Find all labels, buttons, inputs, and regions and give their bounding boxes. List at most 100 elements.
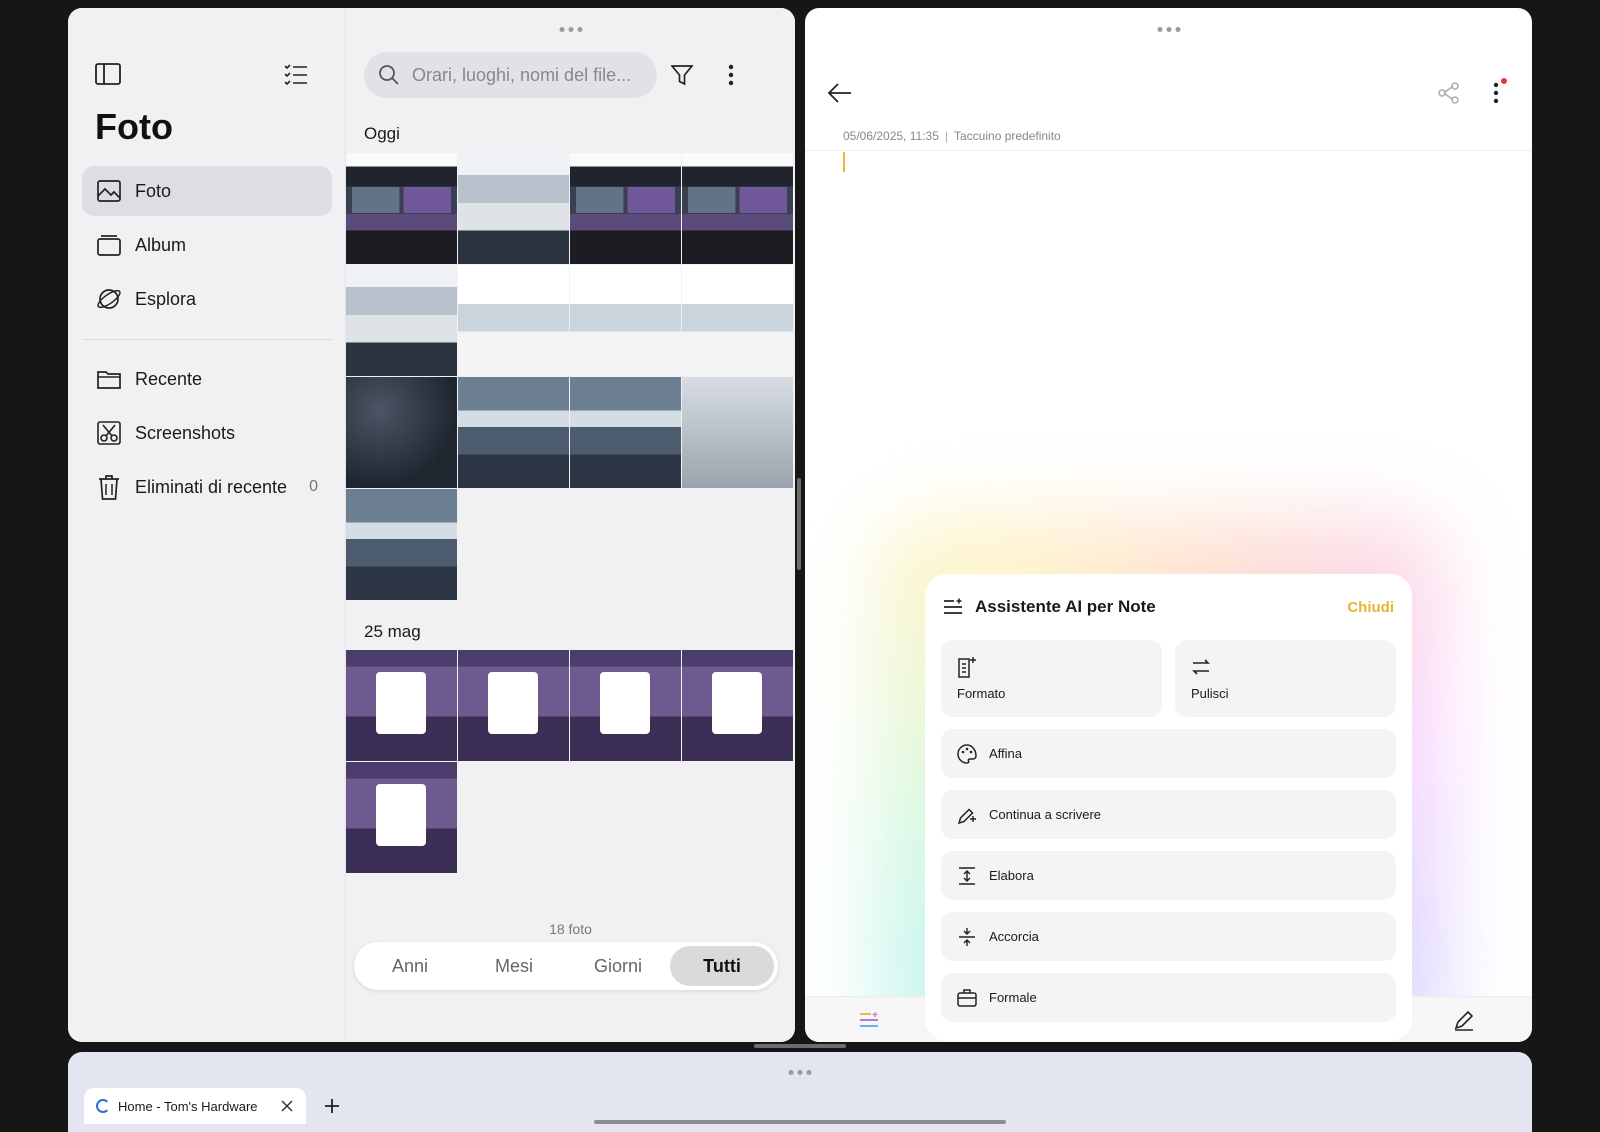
photo-grid-may25 bbox=[346, 650, 795, 873]
ai-option-label: Formale bbox=[989, 990, 1037, 1005]
page-title: Foto bbox=[95, 106, 173, 147]
photo-thumbnail[interactable] bbox=[570, 377, 681, 488]
view-tab-anni[interactable]: Anni bbox=[358, 946, 462, 986]
deleted-count: 0 bbox=[309, 478, 318, 495]
palette-icon bbox=[957, 743, 979, 765]
photos-main: Orari, luoghi, nomi del file... Oggi 25 … bbox=[346, 8, 795, 1042]
horizontal-split-handle[interactable] bbox=[754, 1044, 846, 1048]
meta-separator: | bbox=[944, 129, 948, 143]
ai-tile-pulisci[interactable]: Pulisci bbox=[1175, 640, 1396, 717]
more-icon[interactable] bbox=[718, 62, 744, 88]
photo-thumbnail[interactable] bbox=[346, 762, 457, 873]
ai-tile-formato[interactable]: Formato bbox=[941, 640, 1162, 717]
photo-thumbnail[interactable] bbox=[682, 265, 793, 376]
ai-lines-icon bbox=[943, 596, 965, 618]
photos-sidebar: Foto Foto Album Esplora Recente Screensh… bbox=[68, 8, 346, 1042]
sidebar-item-label: Album bbox=[135, 234, 187, 255]
briefcase-icon bbox=[957, 987, 979, 1009]
photo-thumbnail[interactable] bbox=[570, 153, 681, 264]
photo-thumbnail[interactable] bbox=[570, 265, 681, 376]
ai-tile-label: Pulisci bbox=[1191, 686, 1229, 701]
trash-icon bbox=[96, 474, 122, 500]
note-meta: 05/06/2025, 11:35 | Taccuino predefinito bbox=[843, 129, 1061, 143]
view-tab-tutti[interactable]: Tutti bbox=[670, 946, 774, 986]
sidebar-toggle-icon[interactable] bbox=[94, 60, 122, 88]
filter-icon[interactable] bbox=[669, 62, 695, 88]
search-input[interactable]: Orari, luoghi, nomi del file... bbox=[364, 52, 657, 98]
photo-thumbnail[interactable] bbox=[682, 377, 793, 488]
folder-icon bbox=[96, 366, 122, 392]
ai-panel-header: Assistente AI per Note bbox=[943, 596, 1156, 618]
ai-option-label: Accorcia bbox=[989, 929, 1039, 944]
photo-icon bbox=[96, 178, 122, 204]
sidebar-item-label: Screenshots bbox=[135, 422, 236, 443]
photos-window: Foto Foto Album Esplora Recente Screensh… bbox=[68, 8, 795, 1042]
header-divider bbox=[805, 150, 1532, 151]
pen-icon[interactable] bbox=[1453, 1009, 1475, 1031]
photo-count: 18 foto bbox=[549, 921, 592, 937]
view-mode-switch: Anni Mesi Giorni Tutti bbox=[354, 942, 778, 990]
new-tab-icon[interactable] bbox=[320, 1094, 344, 1118]
view-tab-mesi[interactable]: Mesi bbox=[462, 946, 566, 986]
photo-thumbnail[interactable] bbox=[682, 153, 793, 264]
scissors-icon bbox=[96, 420, 122, 446]
photo-grid-today bbox=[346, 153, 795, 600]
close-tab-icon[interactable] bbox=[278, 1097, 296, 1115]
photo-thumbnail[interactable] bbox=[458, 265, 569, 376]
ai-option-accorcia[interactable]: Accorcia bbox=[941, 912, 1396, 961]
photo-thumbnail[interactable] bbox=[682, 650, 793, 761]
sidebar-item-screenshots[interactable]: Screenshots bbox=[82, 408, 332, 458]
photo-thumbnail[interactable] bbox=[458, 650, 569, 761]
photo-thumbnail[interactable] bbox=[346, 650, 457, 761]
text-caret bbox=[843, 152, 845, 172]
album-icon bbox=[96, 232, 122, 258]
sidebar-item-label: Foto bbox=[135, 180, 172, 201]
sidebar-item-foto[interactable]: Foto bbox=[82, 166, 332, 216]
ai-format-icon[interactable] bbox=[859, 1011, 881, 1031]
window-handle[interactable] bbox=[788, 1070, 812, 1075]
sidebar-item-album[interactable]: Album bbox=[82, 220, 332, 270]
home-indicator[interactable] bbox=[594, 1120, 1006, 1124]
sidebar-item-eliminati[interactable]: Eliminati di recente 0 bbox=[82, 462, 332, 512]
notebook-name[interactable]: Taccuino predefinito bbox=[954, 129, 1061, 143]
photo-thumbnail[interactable] bbox=[346, 489, 457, 600]
section-title-may25: 25 mag bbox=[364, 622, 421, 641]
checklist-icon[interactable] bbox=[282, 60, 310, 88]
vertical-split-handle[interactable] bbox=[797, 478, 801, 570]
photo-thumbnail[interactable] bbox=[346, 153, 457, 264]
share-icon[interactable] bbox=[1438, 82, 1462, 106]
sidebar-divider bbox=[82, 339, 332, 340]
photo-thumbnail[interactable] bbox=[346, 377, 457, 488]
close-button[interactable]: Chiudi bbox=[1347, 599, 1394, 616]
format-document-icon bbox=[957, 656, 979, 678]
loading-spinner-icon bbox=[96, 1099, 110, 1113]
photo-thumbnail[interactable] bbox=[458, 377, 569, 488]
window-handle[interactable] bbox=[559, 27, 582, 32]
ai-tile-label: Formato bbox=[957, 686, 1006, 701]
sidebar-item-esplora[interactable]: Esplora bbox=[82, 274, 332, 324]
expand-icon bbox=[957, 865, 979, 887]
ai-option-continua[interactable]: Continua a scrivere bbox=[941, 790, 1396, 839]
more-icon[interactable] bbox=[1489, 78, 1509, 108]
ai-option-elabora[interactable]: Elabora bbox=[941, 851, 1396, 900]
ai-option-affina[interactable]: Affina bbox=[941, 729, 1396, 778]
ai-option-label: Continua a scrivere bbox=[989, 807, 1101, 822]
back-arrow-icon[interactable] bbox=[827, 82, 855, 106]
photo-thumbnail[interactable] bbox=[346, 265, 457, 376]
photo-thumbnail[interactable] bbox=[458, 153, 569, 264]
sidebar-item-recente[interactable]: Recente bbox=[82, 354, 332, 404]
ai-assistant-panel: Assistente AI per Note Chiudi Formato Pu… bbox=[925, 574, 1412, 1041]
ai-option-formale[interactable]: Formale bbox=[941, 973, 1396, 1022]
photo-thumbnail[interactable] bbox=[570, 650, 681, 761]
note-date: 05/06/2025, 11:35 bbox=[843, 129, 939, 143]
shrink-icon bbox=[957, 926, 979, 948]
search-icon bbox=[378, 64, 400, 86]
ai-option-label: Affina bbox=[989, 746, 1023, 761]
window-handle[interactable] bbox=[1157, 27, 1180, 32]
explore-icon bbox=[96, 286, 122, 312]
sidebar-item-label: Esplora bbox=[135, 288, 197, 309]
notes-window: 05/06/2025, 11:35 | Taccuino predefinito A… bbox=[805, 8, 1532, 1042]
ai-panel-title: Assistente AI per Note bbox=[975, 597, 1156, 616]
view-tab-giorni[interactable]: Giorni bbox=[566, 946, 670, 986]
browser-tab[interactable]: Home - Tom's Hardware bbox=[84, 1088, 306, 1124]
